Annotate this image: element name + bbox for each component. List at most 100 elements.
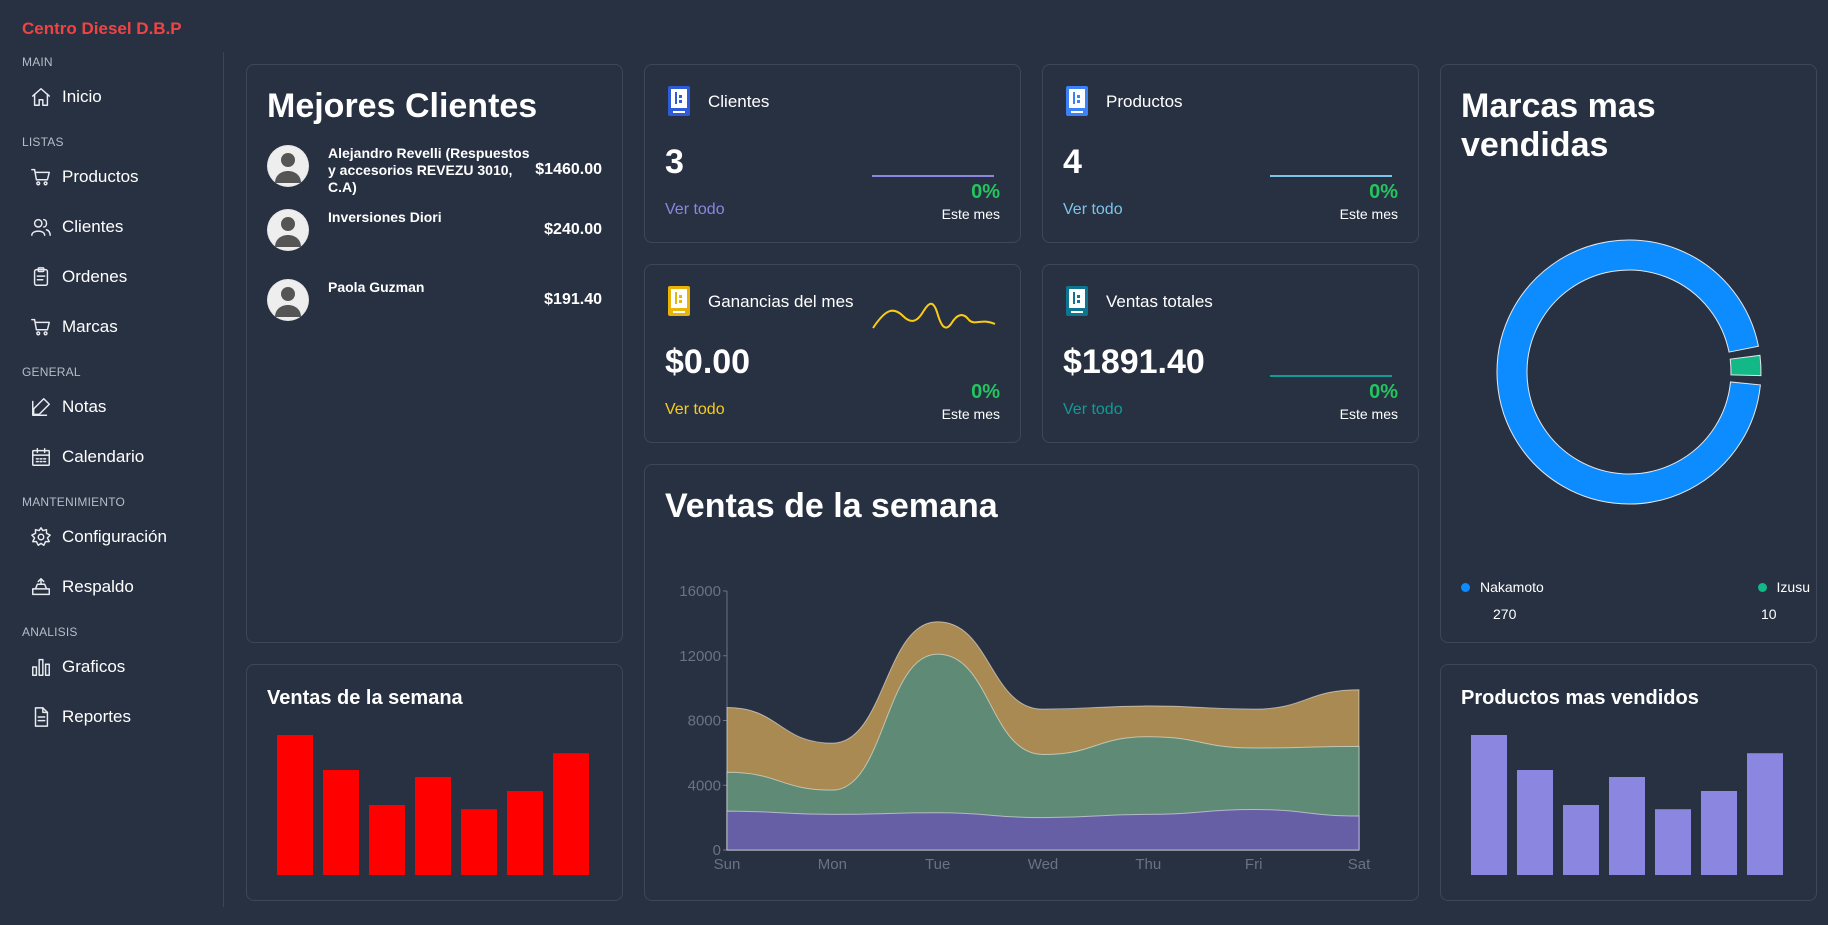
- stat-value: $1891.40: [1063, 343, 1205, 381]
- weekly-sales-bar-chart: [277, 735, 589, 875]
- stat-value: 4: [1063, 143, 1082, 181]
- stat-card-ganancias: Ganancias del mes $0.00 Ver todo 0% Este…: [644, 264, 1021, 443]
- client-row: Inversiones Diori $240.00: [267, 209, 602, 251]
- sidebar-item-label: Marcas: [62, 317, 118, 336]
- x-tick-label: Mon: [818, 856, 847, 873]
- document-icon: [34, 707, 49, 727]
- sidebar-item-clientes[interactable]: Clientes: [0, 202, 223, 252]
- weekly-sales-bar-card: Ventas de la semana: [246, 664, 623, 901]
- sidebar-item-label: Calendario: [62, 447, 145, 466]
- stat-period: Este mes: [941, 206, 1000, 222]
- bar: [1701, 791, 1737, 875]
- client-row: Paola Guzman $191.40: [267, 279, 602, 321]
- stat-card-ventas-totales: Ventas totales $1891.40 Ver todo 0% Este…: [1042, 264, 1419, 443]
- client-name: Inversiones Diori: [328, 209, 442, 225]
- stat-card-clientes: Clientes 3 Ver todo 0% Este mes: [644, 64, 1021, 243]
- brands-donut-chart: [1496, 239, 1762, 505]
- cart-icon: [31, 318, 50, 336]
- sidebar-item-label: Notas: [62, 397, 107, 416]
- x-tick-label: Sun: [714, 856, 741, 873]
- client-row: Alejandro Revelli (Respuestos y accesori…: [267, 145, 602, 196]
- bar: [1609, 777, 1645, 875]
- sidebar-section-main: MAIN: [22, 55, 53, 69]
- backup-icon: [32, 578, 50, 596]
- brand-title: Centro Diesel D.B.P: [22, 19, 182, 38]
- stat-period: Este mes: [1339, 206, 1398, 222]
- sidebar: MAIN Inicio LISTAS Productos Clientes Ord…: [0, 52, 224, 907]
- bar: [1517, 770, 1553, 875]
- stat-value: $0.00: [665, 343, 751, 381]
- sidebar-item-marcas[interactable]: Marcas: [0, 302, 223, 352]
- sidebar-item-graficos[interactable]: Graficos: [0, 642, 223, 692]
- legend-label: Nakamoto: [1480, 579, 1544, 595]
- legend-value: 10: [1761, 606, 1777, 622]
- avatar: [267, 145, 309, 187]
- client-name: Alejandro Revelli (Respuestos y accesori…: [328, 145, 530, 195]
- stat-title: Ganancias del mes: [708, 292, 854, 311]
- sidebar-item-reportes[interactable]: Reportes: [0, 692, 223, 742]
- sidebar-section-listas: LISTAS: [22, 135, 64, 149]
- bar: [415, 777, 451, 875]
- stat-title: Ventas totales: [1106, 292, 1213, 311]
- sidebar-item-configuraci-n[interactable]: Configuración: [0, 512, 223, 562]
- donut-slice: [1496, 239, 1761, 505]
- sidebar-item-label: Configuración: [62, 527, 167, 546]
- bar: [507, 791, 543, 875]
- sidebar-item-label: Graficos: [62, 657, 126, 676]
- trend-line: [872, 175, 994, 177]
- bar-chart-icon: [32, 658, 50, 676]
- legend-value: 270: [1493, 606, 1517, 622]
- ver-todo-link[interactable]: Ver todo: [665, 401, 725, 419]
- client-name: Paola Guzman: [328, 279, 425, 295]
- stat-title: Clientes: [708, 92, 770, 111]
- sidebar-item-label: Clientes: [62, 217, 124, 236]
- trend-line: [1270, 375, 1392, 377]
- sidebar-item-respaldo[interactable]: Respaldo: [0, 562, 223, 612]
- sidebar-item-productos[interactable]: Productos: [0, 152, 223, 202]
- stat-percent: 0%: [1369, 181, 1398, 203]
- legend-item-nakamoto: Nakamoto: [1461, 579, 1544, 595]
- bar: [1563, 805, 1599, 875]
- bar: [1471, 735, 1507, 875]
- weekly-sales-area-chart: 0400080001200016000Sun Mon Tue Wed Thu Fri Sat: [679, 583, 1371, 873]
- client-amount: $191.40: [544, 291, 602, 308]
- stat-card-productos: Productos 4 Ver todo 0% Este mes: [1042, 64, 1419, 243]
- home-icon: [32, 88, 50, 106]
- bar: [369, 805, 405, 875]
- sidebar-item-label: Productos: [62, 167, 139, 186]
- bar: [277, 735, 313, 875]
- x-tick-label: Thu: [1135, 856, 1161, 873]
- avatar: [267, 279, 309, 321]
- sparkline: [872, 302, 996, 329]
- x-tick-label: Fri: [1245, 856, 1263, 873]
- sidebar-item-ordenes[interactable]: Ordenes: [0, 252, 223, 302]
- sidebar-item-label: Respaldo: [62, 577, 134, 596]
- stat-title: Productos: [1106, 92, 1183, 111]
- ver-todo-link[interactable]: Ver todo: [665, 201, 725, 219]
- bar: [461, 809, 497, 875]
- stat-percent: 0%: [971, 381, 1000, 403]
- sidebar-section-analisis: ANALISIS: [22, 625, 78, 639]
- bar: [1655, 809, 1691, 875]
- stat-percent: 0%: [1369, 381, 1398, 403]
- stat-period: Este mes: [941, 406, 1000, 422]
- stat-value: 3: [665, 143, 684, 181]
- y-tick-label: 12000: [679, 648, 721, 665]
- weekly-sales-area-card: Ventas de la semana 0 4000 8000 12000 16000 S…: [644, 464, 1419, 901]
- sidebar-item-notas[interactable]: Notas: [0, 382, 223, 432]
- edit-icon: [32, 398, 50, 416]
- sidebar-item-label: Ordenes: [62, 267, 128, 286]
- bar: [1747, 753, 1783, 875]
- client-amount: $240.00: [544, 221, 602, 238]
- clipboard-icon: [33, 267, 49, 286]
- top-products-card: Productos mas vendidos: [1440, 664, 1817, 901]
- bar: [553, 753, 589, 875]
- sidebar-item-inicio[interactable]: Inicio: [0, 72, 223, 122]
- device-icon: [668, 286, 690, 316]
- ver-todo-link[interactable]: Ver todo: [1063, 401, 1123, 419]
- ver-todo-link[interactable]: Ver todo: [1063, 201, 1123, 219]
- sidebar-item-calendario[interactable]: Calendario: [0, 432, 223, 482]
- sidebar-section-mantenimiento: MANTENIMIENTO: [22, 495, 126, 509]
- donut-slice: [1729, 354, 1762, 377]
- client-amount: $1460.00: [535, 161, 602, 178]
